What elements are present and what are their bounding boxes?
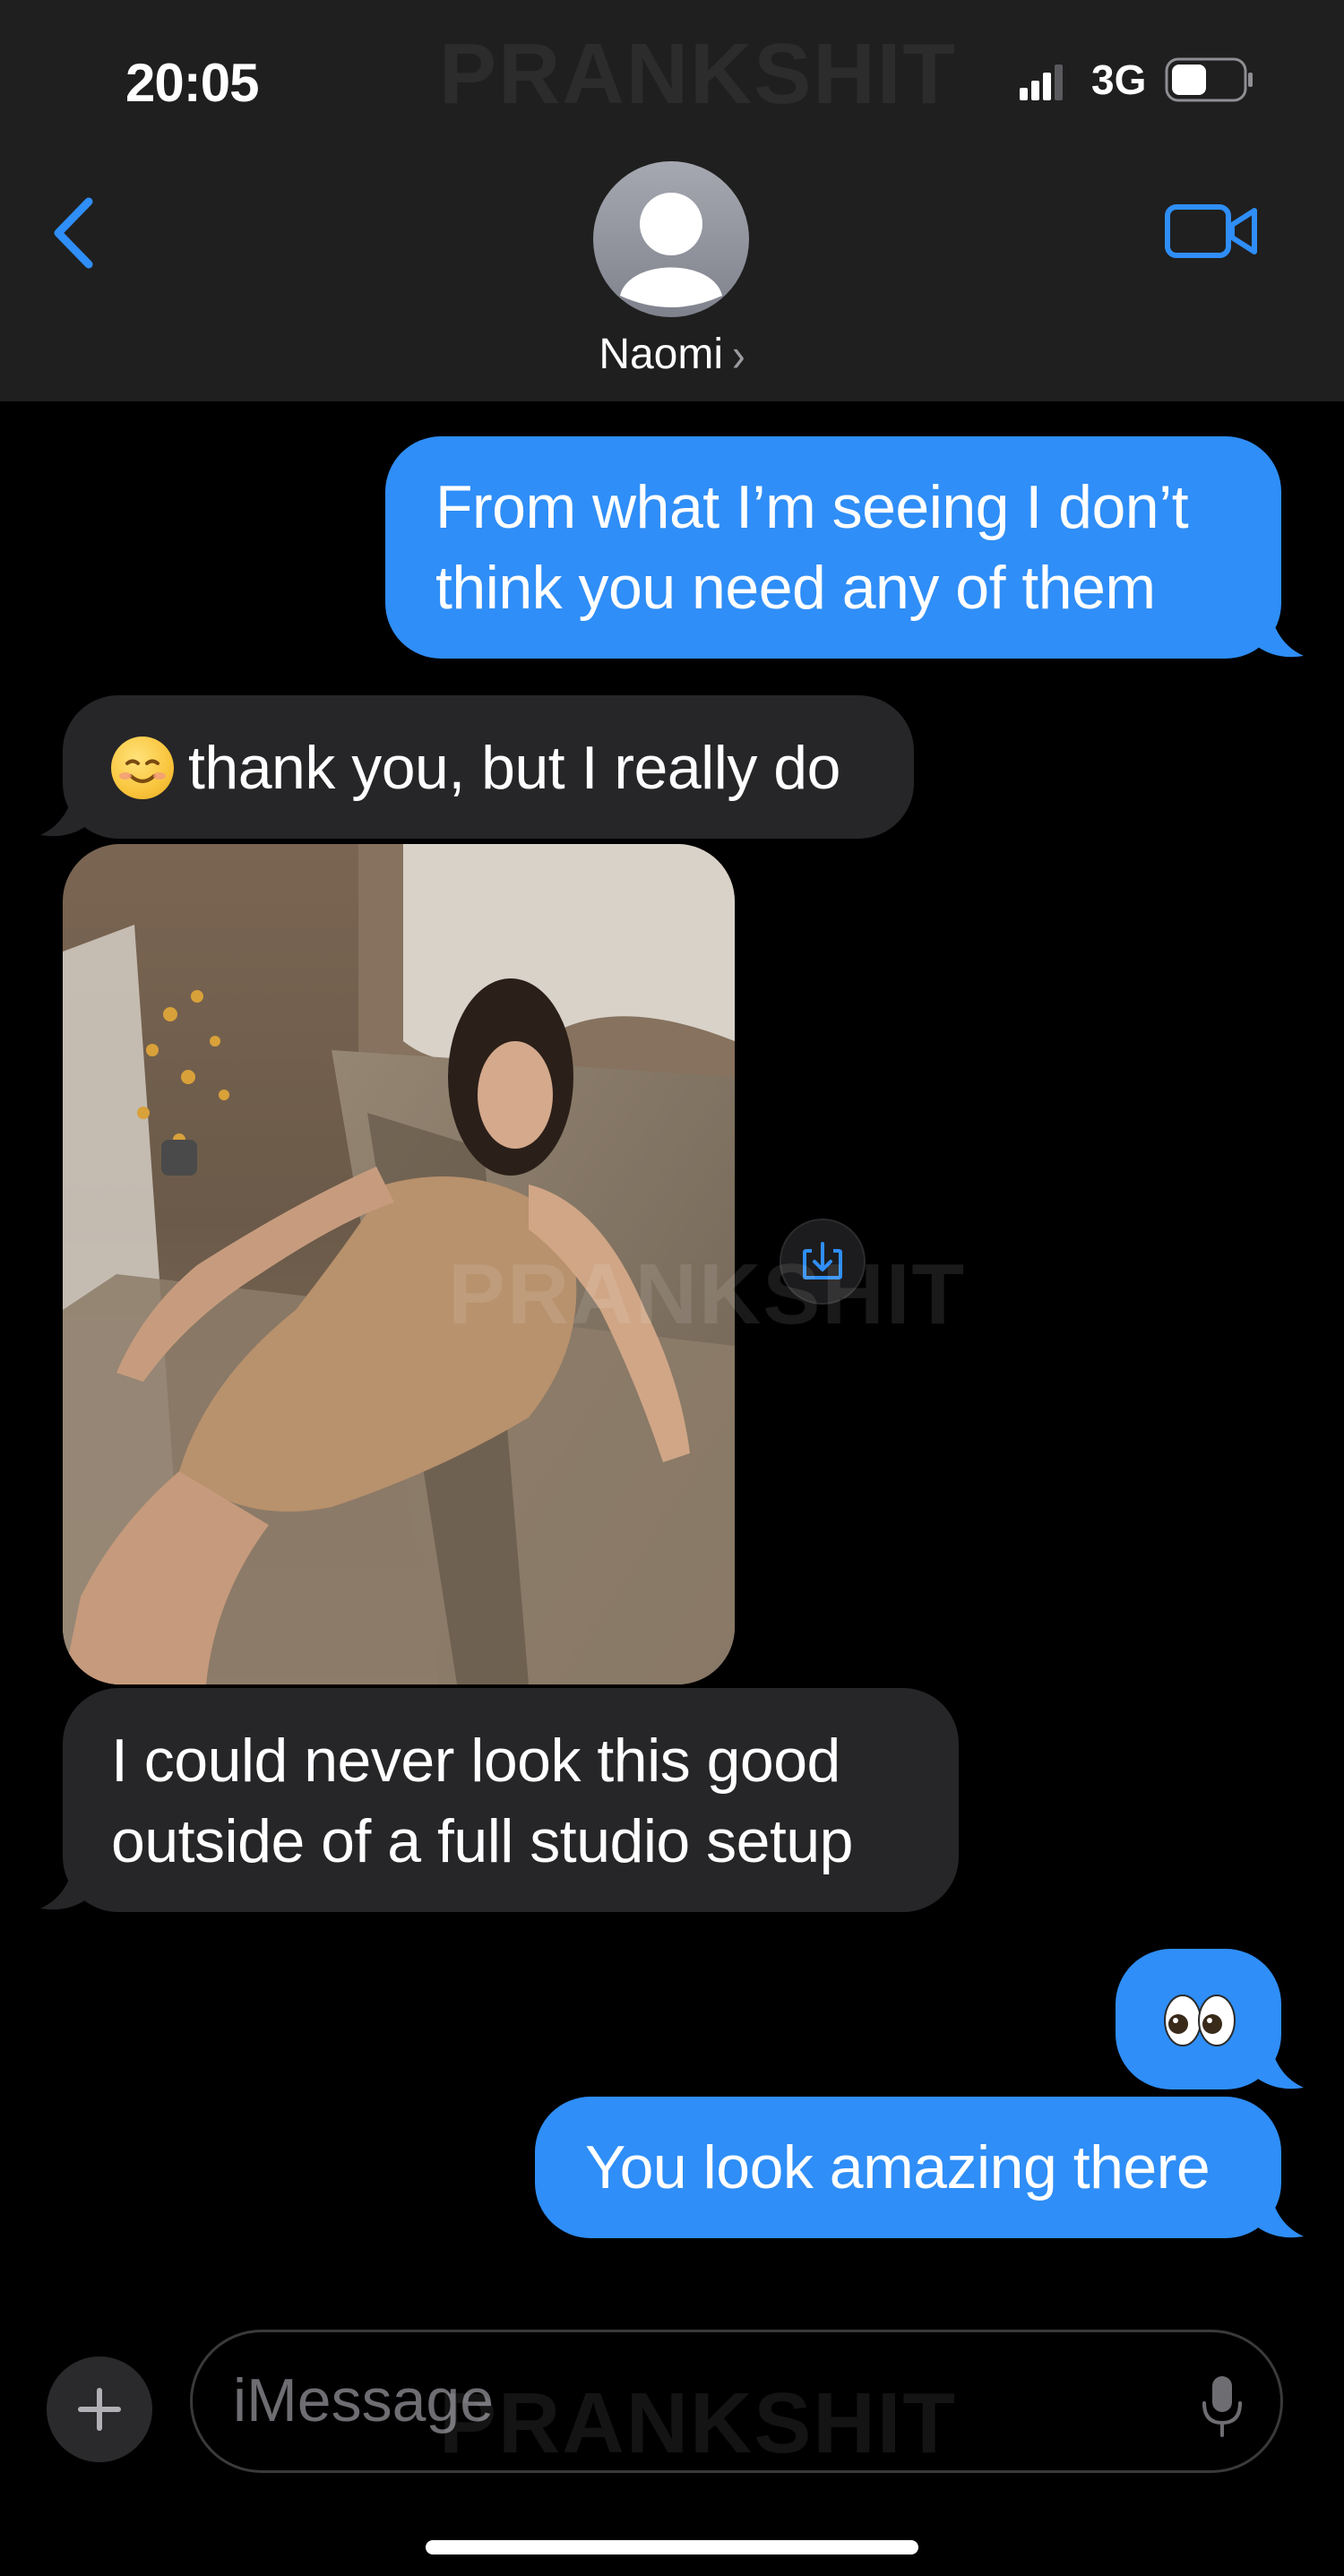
received-message-bubble[interactable]: thank you, but I really do	[63, 695, 914, 839]
sent-message-bubble[interactable]: You look amazing there	[535, 2097, 1281, 2238]
message-line: outside of a full studio setup	[111, 1807, 854, 1875]
home-indicator[interactable]	[426, 2540, 918, 2554]
message-line: I could never look this good	[111, 1727, 840, 1795]
avatar[interactable]	[593, 161, 749, 317]
battery-icon	[1165, 57, 1253, 102]
message-text: You look amazing there	[585, 2133, 1210, 2201]
network-type: 3G	[1091, 56, 1147, 103]
bubble-tail	[1250, 591, 1304, 658]
photo-attachment[interactable]	[63, 844, 735, 1684]
microphone-icon[interactable]	[1199, 2373, 1245, 2441]
chevron-left-icon[interactable]	[49, 193, 103, 273]
download-icon	[803, 1242, 842, 1279]
plus-icon	[78, 2388, 121, 2431]
message-line: From what I’m seeing I don’t	[435, 473, 1189, 541]
chevron-right-icon: ›	[732, 329, 745, 382]
received-message-bubble[interactable]: I could never look this good outside of …	[63, 1688, 959, 1912]
status-time: 20:05	[125, 53, 259, 113]
contact-name: Naomi	[599, 331, 724, 378]
add-attachment-button[interactable]	[47, 2356, 152, 2462]
message-text: thank you, but I really do	[188, 734, 840, 802]
smiling-face-emoji-icon	[111, 737, 174, 800]
sent-message-bubble[interactable]: From what I’m seeing I don’t think you n…	[385, 436, 1281, 659]
message-line: think you need any of them	[435, 554, 1156, 622]
contact-name-row[interactable]: Naomi ›	[0, 329, 1344, 382]
person-icon	[620, 193, 722, 307]
cellular-signal-icon	[1020, 65, 1063, 100]
message-input-placeholder: iMessage	[233, 2366, 495, 2434]
video-camera-icon[interactable]	[1165, 202, 1259, 261]
save-to-photos-button[interactable]	[780, 1219, 866, 1305]
photo-image	[63, 844, 735, 1684]
